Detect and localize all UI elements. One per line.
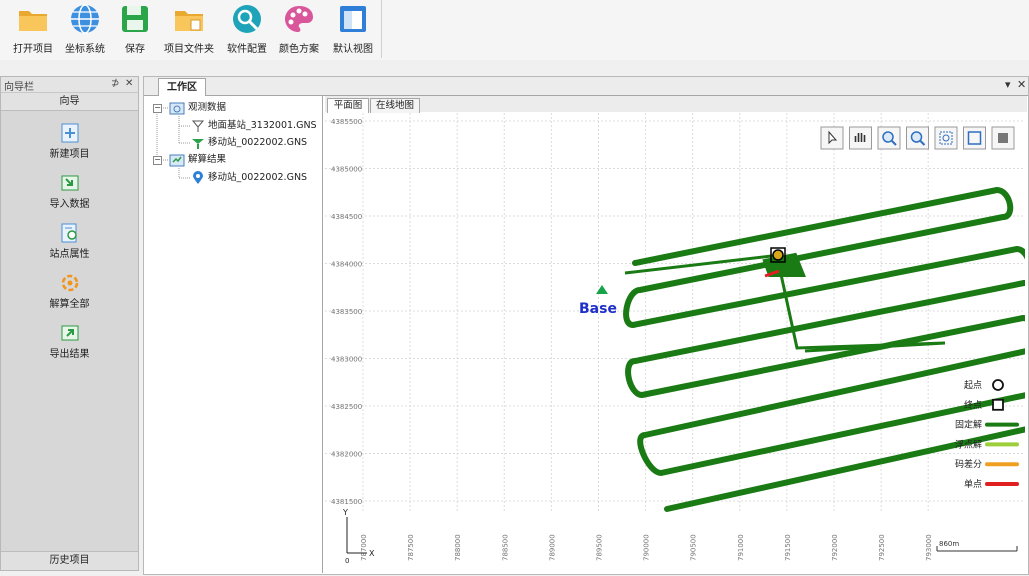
import-data-icon xyxy=(61,175,78,191)
x-tick-label: 790500 xyxy=(690,534,698,561)
x-tick-label: 788500 xyxy=(501,534,509,561)
x-tick-label: 791500 xyxy=(784,534,792,561)
project-folder-icon xyxy=(175,11,203,31)
scale-label: 860m xyxy=(939,540,959,548)
tab-plan-view[interactable]: 平面图 xyxy=(327,98,369,113)
x-tick-label: 791000 xyxy=(737,534,745,561)
chevron-down-icon[interactable]: ▾ xyxy=(1005,78,1011,91)
legend-label-5: 单点 xyxy=(964,478,982,490)
y-tick-label: 4384500 xyxy=(331,213,362,221)
collapse-toggle[interactable]: − xyxy=(153,156,162,165)
legend-label-3: 浮点解 xyxy=(955,438,982,450)
x-tick-label: 787000 xyxy=(360,534,368,561)
rover-icon xyxy=(192,139,204,149)
close-icon[interactable]: ✕ xyxy=(125,78,133,89)
x-tick-label: 789500 xyxy=(596,534,604,561)
start-point-marker xyxy=(772,249,784,261)
new-project-icon xyxy=(61,123,78,143)
solve-all-label: 解算全部 xyxy=(49,299,90,310)
axis-y-label: Y xyxy=(342,508,348,517)
y-tick-label: 4384000 xyxy=(331,261,362,269)
station-properties-icon xyxy=(61,223,77,243)
y-tick-label: 4385000 xyxy=(331,166,362,174)
legend-start-symbol xyxy=(992,379,1004,391)
y-tick-label: 4385500 xyxy=(331,118,362,126)
zoom-in-tool-icon xyxy=(882,131,894,143)
pan-tool-button[interactable] xyxy=(849,126,872,150)
folder-data-icon xyxy=(169,102,185,115)
import-data-button[interactable]: 导入数据 xyxy=(1,167,138,212)
x-tick-label: 792500 xyxy=(878,534,886,561)
collapse-toggle[interactable]: − xyxy=(153,104,162,113)
view-tabstrip: 平面图 在线地图 xyxy=(325,96,1027,113)
base-station-label: Base xyxy=(579,301,617,317)
legend-label-1: 终点 xyxy=(964,399,982,411)
x-tick-label: 787500 xyxy=(407,534,415,561)
zoom-window-tool-button[interactable] xyxy=(934,126,958,150)
full-extent-tool-button[interactable] xyxy=(963,126,986,150)
y-tick-label: 4381500 xyxy=(331,498,362,506)
legend-label-2: 固定解 xyxy=(955,419,982,431)
x-tick-label: 793000 xyxy=(925,534,933,561)
import-data-label: 导入数据 xyxy=(49,199,90,210)
new-project-button[interactable]: 新建项目 xyxy=(1,117,138,162)
solve-all-button[interactable]: 解算全部 xyxy=(1,267,138,312)
legend-label-4: 码差分 xyxy=(955,458,982,470)
toolbar-group: 打开项目 坐标系统 保存 项目文件夹 软件配置 颜色方案 默认视图 xyxy=(0,0,382,58)
tab-workspace[interactable]: 工作区 xyxy=(158,78,206,96)
plan-view-map[interactable]: 4385500 4385000 4384500 4384000 4383500 43830… xyxy=(325,113,1029,573)
panel-title: 向导栏 xyxy=(4,82,34,93)
satellite-settings-icon xyxy=(233,5,261,33)
axis-origin-label: 0 xyxy=(345,557,349,565)
x-tick-label: 788000 xyxy=(454,534,462,561)
workspace-tabstrip: 工作区 ▾ ✕ xyxy=(144,77,1028,96)
export-results-icon xyxy=(61,325,78,341)
station-properties-label: 站点属性 xyxy=(49,249,90,260)
zoom-out-tool-icon xyxy=(910,131,923,143)
folder-open-icon xyxy=(19,11,47,31)
palette-icon xyxy=(285,6,313,32)
x-tick-label: 792000 xyxy=(831,534,839,561)
pin-icon[interactable]: ⊅ xyxy=(111,78,119,89)
legend-end-symbol xyxy=(992,398,1004,411)
close-icon[interactable]: ✕ xyxy=(1017,78,1026,91)
project-folder-button[interactable]: 项目文件夹 xyxy=(162,0,216,58)
layer-tool-icon xyxy=(998,133,1008,143)
export-results-label: 导出结果 xyxy=(49,349,90,360)
base-station-marker xyxy=(596,285,608,294)
y-tick-label: 4383500 xyxy=(331,308,362,316)
map-canvas[interactable]: 4385500 4385000 4384500 4384000 4383500 43830… xyxy=(325,113,1029,573)
project-tree: − 观测数据 地面基站_3132001.GNS 移动站_0022002.GNS … xyxy=(145,96,323,573)
y-tick-label: 4383000 xyxy=(331,356,362,364)
default-view-button[interactable]: 默认视图 xyxy=(326,0,380,58)
results-folder-icon xyxy=(169,154,185,167)
tab-online-map[interactable]: 在线地图 xyxy=(370,98,420,113)
y-tick-label: 4382000 xyxy=(331,451,362,459)
station-properties-button[interactable]: 站点属性 xyxy=(1,217,138,262)
workspace: 工作区 ▾ ✕ − 观测数据 地面基站_3132001.GNS 移动站_0022… xyxy=(143,76,1029,575)
base-station-icon xyxy=(191,120,205,132)
axis-x-label: X xyxy=(369,549,375,558)
legend-label-0: 起点 xyxy=(964,380,982,391)
export-results-button[interactable]: 导出结果 xyxy=(1,317,138,362)
x-tick-label: 790000 xyxy=(643,534,651,561)
main-toolbar: 打开项目 坐标系统 保存 项目文件夹 软件配置 颜色方案 默认视图 xyxy=(0,0,1029,60)
x-tick-label: 789000 xyxy=(548,534,556,561)
save-button[interactable]: 保存 xyxy=(108,0,162,58)
history-projects-button[interactable]: 历史项目 xyxy=(1,551,138,570)
wizard-header: 向导 xyxy=(1,93,138,111)
save-icon xyxy=(122,6,148,32)
panel-titlebar: 向导栏 ⊅ ✕ xyxy=(1,77,138,93)
location-pin-icon xyxy=(193,171,203,184)
new-project-label: 新建项目 xyxy=(49,149,90,160)
default-view-icon xyxy=(340,6,366,32)
solve-all-icon xyxy=(61,274,78,292)
wizard-panel: 向导栏 ⊅ ✕ 向导 新建项目 导入数据 站点属性 解算全部 导出结果 历史项目 xyxy=(0,76,139,571)
y-tick-label: 4382500 xyxy=(331,403,362,411)
color-scheme-button[interactable]: 颜色方案 xyxy=(272,0,326,58)
globe-icon xyxy=(71,4,99,34)
